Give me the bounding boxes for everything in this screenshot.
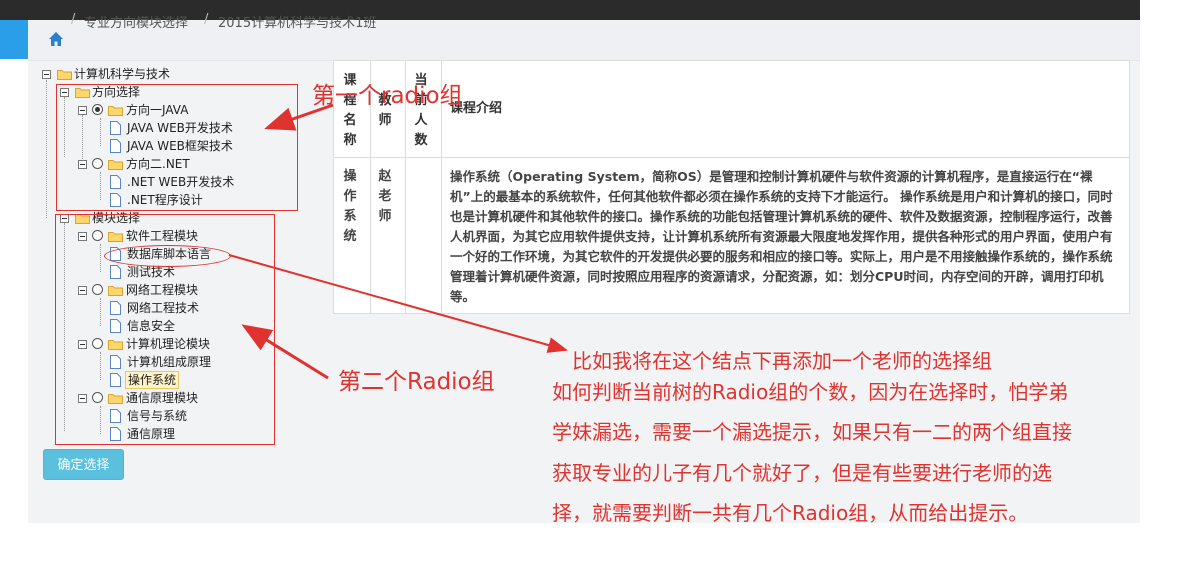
- annotation-group1: 第一个radio组: [312, 83, 463, 109]
- annotation-question-line: 获取专业的儿子有几个就好了，但是有些要进行老师的选: [552, 461, 1052, 485]
- arrow-group2: [241, 324, 329, 380]
- annotation-question-line: 学妹漏选，需要一个漏选提示，如果只有一二的两个组直接: [552, 420, 1072, 444]
- annotation-group2: 第二个Radio组: [338, 369, 495, 395]
- annotation-question-line: 择，就需要判断一共有几个Radio组，从而给出提示。: [552, 501, 1029, 525]
- annotation-question-line: 如何判断当前树的Radio组的个数，因为在选择时，怕学弟: [552, 380, 1069, 404]
- annotation-add-node: 比如我将在这个结点下再添加一个老师的选择组: [572, 349, 992, 373]
- arrow-add-node: [228, 254, 568, 353]
